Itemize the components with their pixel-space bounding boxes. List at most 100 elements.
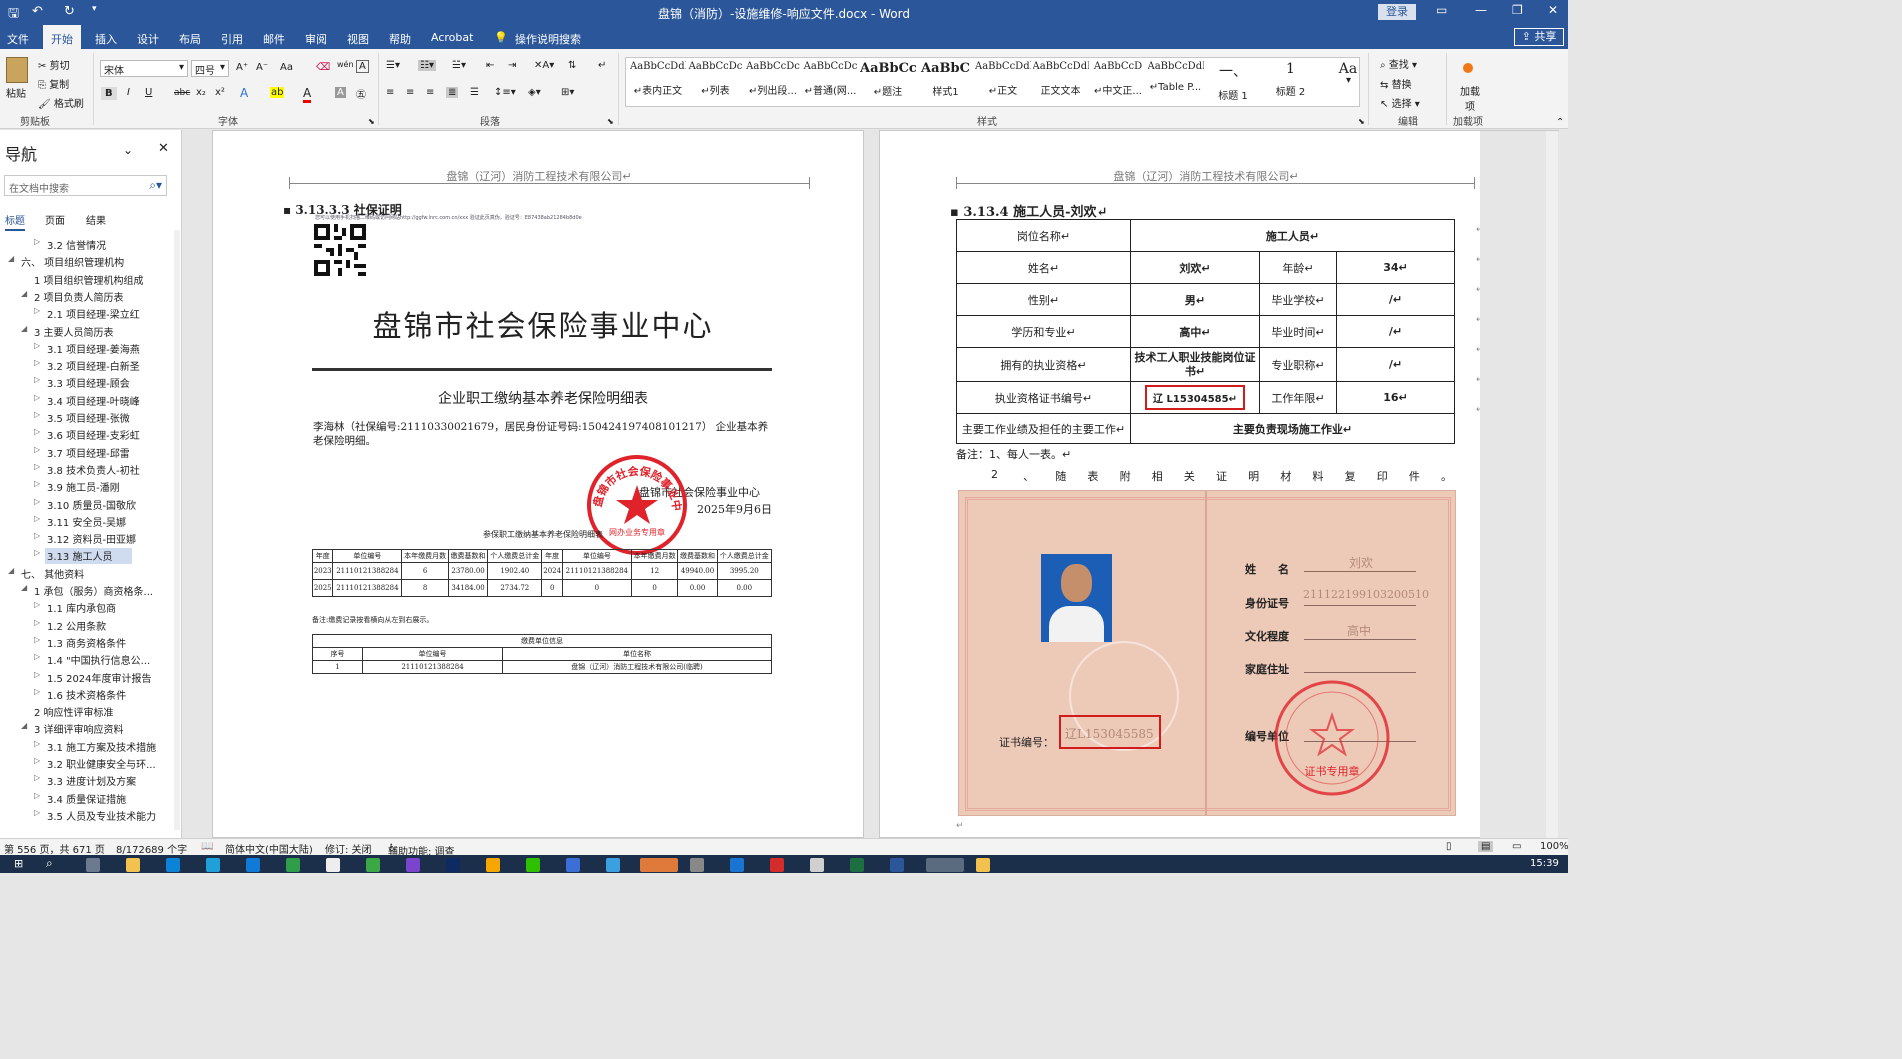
nav-heading-item[interactable]: 3 主要人员简历表	[34, 324, 114, 339]
style-item[interactable]: AaBbCcDdI ↵正文	[975, 61, 1031, 97]
style-item[interactable]: Aa	[1320, 61, 1376, 83]
nav-heading-item[interactable]: 1.1 库内承包商	[47, 600, 116, 615]
close-button[interactable]: ✕	[1548, 3, 1558, 17]
asian-layout-icon[interactable]: ✕A▾	[534, 60, 554, 71]
web-layout-icon[interactable]: ▭	[1512, 841, 1521, 852]
share-button[interactable]: ⇪ 共享	[1514, 28, 1564, 46]
increase-indent-icon[interactable]: ⇥	[508, 60, 516, 71]
nav-heading-item[interactable]: 2 项目负责人简历表	[34, 289, 124, 304]
page-count[interactable]: 第 556 页，共 671 页	[4, 841, 105, 856]
restore-button[interactable]: ❐	[1512, 3, 1523, 17]
justify-icon[interactable]: ≣	[446, 87, 459, 98]
tab-mailings[interactable]: 邮件	[263, 31, 285, 47]
char-border-icon[interactable]: A	[356, 60, 369, 73]
superscript-button[interactable]: x²	[215, 87, 225, 98]
change-case-button[interactable]: Aa	[280, 62, 293, 73]
shrink-font-button[interactable]: A⁻	[256, 62, 268, 73]
wechat-icon[interactable]	[526, 858, 540, 872]
document-page-left[interactable]: 盘锦（辽河）消防工程技术有限公司↵ ▪ 3.13.3.3 社保证明 您可以使用手…	[212, 130, 864, 838]
expand-arrow-icon[interactable]: ▷	[34, 306, 40, 315]
nav-heading-item[interactable]: 七、 其他资料	[21, 566, 84, 581]
nav-heading-item[interactable]: 1.2 公用条款	[47, 618, 106, 633]
addin-icon[interactable]	[1463, 63, 1473, 73]
active-app-icon[interactable]	[640, 858, 678, 872]
paste-button[interactable]: 粘贴	[6, 85, 26, 100]
expand-arrow-icon[interactable]: ▷	[34, 618, 40, 627]
mail-icon[interactable]	[246, 858, 260, 872]
nav-heading-item[interactable]: 3.11 安全员-吴娜	[47, 514, 126, 529]
collapse-arrow-icon[interactable]: ◢	[8, 566, 14, 575]
select-button[interactable]: ↖ 选择 ▾	[1380, 95, 1420, 110]
style-item[interactable]: AaBbCcDdI ↵表内正文	[630, 61, 686, 97]
tab-design[interactable]: 设计	[137, 31, 159, 47]
nav-heading-item[interactable]: 3.10 质量员-国敬欣	[47, 497, 136, 512]
active-app-icon[interactable]	[926, 858, 964, 872]
paste-icon[interactable]	[6, 57, 28, 83]
store-icon[interactable]	[206, 858, 220, 872]
expand-arrow-icon[interactable]: ▷	[34, 375, 40, 384]
expand-arrow-icon[interactable]: ▷	[34, 600, 40, 609]
tab-file[interactable]: 文件	[7, 31, 29, 47]
tab-help[interactable]: 帮助	[389, 31, 411, 47]
tell-me-search[interactable]: 操作说明搜索	[515, 31, 581, 47]
decrease-indent-icon[interactable]: ⇤	[486, 60, 494, 71]
expand-arrow-icon[interactable]: ▷	[34, 791, 40, 800]
show-marks-icon[interactable]: ↵	[598, 60, 606, 71]
tab-layout[interactable]: 布局	[179, 31, 201, 47]
app-icon[interactable]	[730, 858, 744, 872]
tab-results[interactable]: 结果	[86, 212, 106, 227]
nav-heading-item[interactable]: 3.1 施工方案及技术措施	[47, 739, 156, 754]
excel-icon[interactable]	[850, 858, 864, 872]
expand-arrow-icon[interactable]: ▷	[34, 393, 40, 402]
document-page-right[interactable]: 盘锦（辽河）消防工程技术有限公司↵ ▪ 3.13.4 施工人员-刘欢↵ 岗位名称…	[879, 130, 1560, 839]
format-painter-button[interactable]: 🖌 格式刷	[38, 95, 84, 110]
nav-heading-item[interactable]: 2 响应性评审标准	[34, 704, 114, 719]
nav-heading-item[interactable]: 3.5 人员及专业技术能力	[47, 808, 156, 823]
ribbon-display-icon[interactable]: ▭	[1436, 3, 1447, 17]
nav-heading-item[interactable]: 3.12 资料员-田亚娜	[47, 531, 136, 546]
nav-heading-item[interactable]: 1.3 商务资格条件	[47, 635, 126, 650]
scrollbar[interactable]	[1546, 131, 1558, 839]
tab-home[interactable]: 开始	[43, 25, 81, 49]
phonetic-guide-icon[interactable]: wén	[337, 60, 354, 69]
style-item[interactable]: AaBbCc ↵题注	[860, 61, 916, 98]
word-count[interactable]: 8/172689 个字	[116, 841, 187, 856]
font-color-button[interactable]: A	[303, 86, 312, 103]
nav-heading-item[interactable]: 3.13 施工人员	[45, 548, 133, 565]
collapse-arrow-icon[interactable]: ◢	[21, 324, 27, 333]
app-icon[interactable]	[566, 858, 580, 872]
strikethrough-button[interactable]: abc	[174, 88, 190, 98]
photoshop-icon[interactable]	[446, 858, 460, 872]
app-icon[interactable]	[406, 858, 420, 872]
nav-heading-item[interactable]: 3.5 项目经理-张微	[47, 410, 130, 425]
tab-view[interactable]: 视图	[347, 31, 369, 47]
minimize-button[interactable]: —	[1475, 3, 1487, 17]
scrollbar[interactable]	[174, 230, 180, 830]
nav-heading-item[interactable]: 3.4 质量保证措施	[47, 791, 126, 806]
word-icon[interactable]	[890, 858, 904, 872]
align-left-icon[interactable]: ≡	[386, 87, 394, 98]
collapse-arrow-icon[interactable]: ◢	[21, 583, 27, 592]
nav-heading-item[interactable]: 1.5 2024年度审计报告	[47, 670, 152, 685]
expand-arrow-icon[interactable]: ▷	[34, 548, 40, 557]
expand-arrow-icon[interactable]: ▷	[34, 635, 40, 644]
expand-arrow-icon[interactable]: ▷	[34, 739, 40, 748]
shading-icon[interactable]: ◈▾	[528, 87, 541, 98]
style-item[interactable]: AaBbCcDc ↵列出段...	[745, 61, 801, 97]
proofing-icon[interactable]: 📖	[201, 841, 213, 852]
enclose-char-icon[interactable]: ㊄	[356, 86, 366, 101]
app-icon[interactable]	[366, 858, 380, 872]
numbering-icon[interactable]: ☷▾	[418, 60, 436, 71]
sort-icon[interactable]: ⇅	[568, 60, 576, 71]
style-item[interactable]: AaBbCcDdI 正文文本	[1033, 61, 1089, 97]
app-icon[interactable]	[286, 858, 300, 872]
nav-heading-item[interactable]: 3.3 项目经理-顾会	[47, 375, 130, 390]
bold-button[interactable]: B	[101, 87, 117, 100]
nav-heading-item[interactable]: 3.2 信誉情况	[47, 237, 106, 252]
task-view-icon[interactable]	[86, 858, 100, 872]
find-button[interactable]: ⌕ 查找 ▾	[1380, 56, 1417, 71]
collapse-arrow-icon[interactable]: ◢	[8, 254, 14, 263]
acrobat-icon[interactable]	[770, 858, 784, 872]
folder-icon[interactable]	[976, 858, 990, 872]
track-changes-status[interactable]: 修订: 关闭	[325, 841, 372, 856]
